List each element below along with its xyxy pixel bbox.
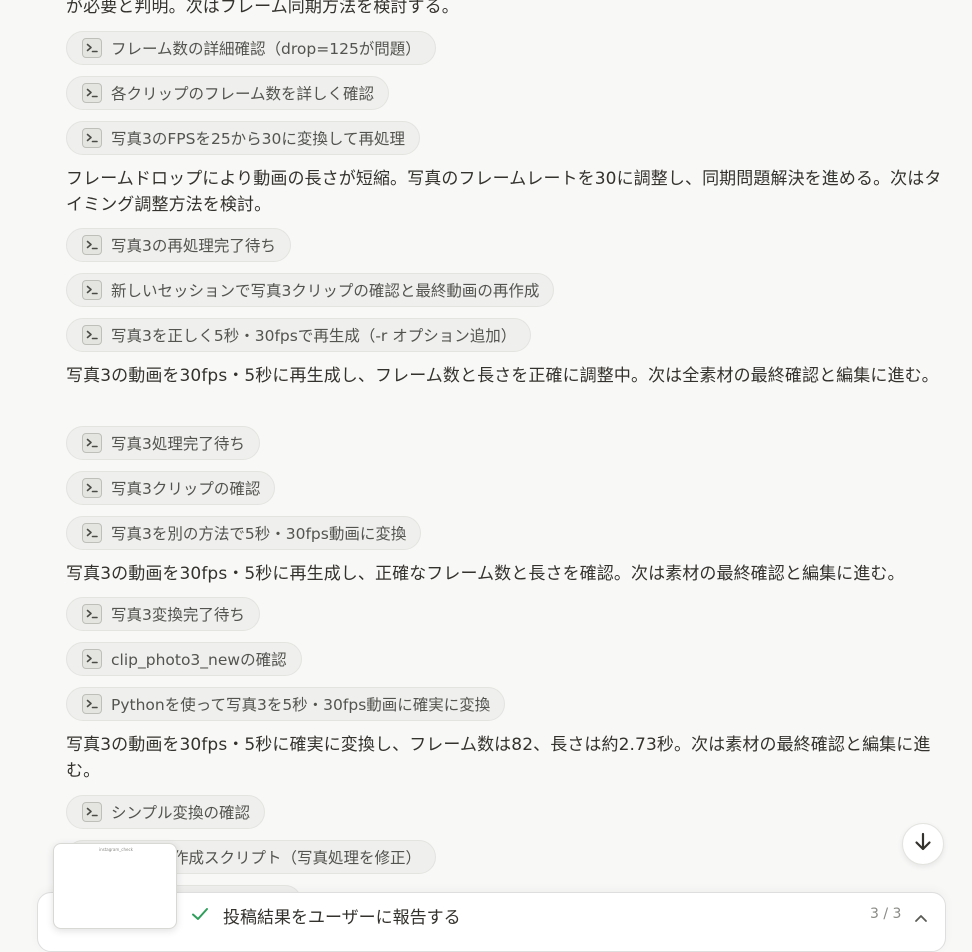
check-icon xyxy=(191,906,209,926)
terminal-icon xyxy=(82,523,102,543)
command-step-chip[interactable]: 写真3を別の方法で5秒・30fps動画に変換 xyxy=(66,516,422,550)
command-step-label: 写真3変換完了待ち xyxy=(111,606,245,624)
command-step-chip[interactable]: Pythonを使って写真3を5秒・30fps動画に確実に変換 xyxy=(66,687,506,721)
terminal-icon xyxy=(82,604,102,624)
command-step-chip[interactable]: シンプル変換の確認 xyxy=(66,795,266,829)
terminal-icon xyxy=(82,325,102,345)
command-step-chip[interactable]: 写真3処理完了待ち xyxy=(66,426,260,460)
command-step-chip[interactable]: フレーム数の詳細確認（drop=125が問題） xyxy=(66,31,436,65)
progress-note: 写真3の動画を30fps・5秒に確実に変換し、フレーム数は82、長さは約2.73… xyxy=(66,735,931,781)
command-step-label: 写真3クリップの確認 xyxy=(111,480,261,498)
progress-note: フレームドロップにより動画の長さが短縮。写真のフレームレートを30に調整し、同期… xyxy=(66,169,942,215)
command-step-label: シンプル変換の確認 xyxy=(111,804,251,822)
command-step-chip[interactable]: 写真3の再処理完了待ち xyxy=(66,228,291,262)
screenshot-thumbnail[interactable]: instagram_check xyxy=(53,843,177,929)
terminal-icon xyxy=(82,235,102,255)
chevron-up-icon[interactable] xyxy=(914,908,928,927)
command-step-chip[interactable]: 新しいセッションで写真3クリップの確認と最終動画の再作成 xyxy=(66,273,555,307)
terminal-icon xyxy=(82,802,102,822)
command-step-label: 新しいセッションで写真3クリップの確認と最終動画の再作成 xyxy=(111,282,540,300)
command-step-chip[interactable]: 写真3を正しく5秒・30fpsで再生成（-r オプション追加） xyxy=(66,318,532,352)
command-step-label: フレーム数の詳細確認（drop=125が問題） xyxy=(111,40,421,58)
terminal-icon xyxy=(82,83,102,103)
command-step-label: 写真3のFPSを25から30に変換して再処理 xyxy=(111,130,405,148)
command-step-chip[interactable]: 写真3変換完了待ち xyxy=(66,597,260,631)
arrow-down-icon xyxy=(913,832,933,856)
command-step-label: clip_photo3_newの確認 xyxy=(111,651,287,669)
command-step-chip[interactable]: 写真3のFPSを25から30に変換して再処理 xyxy=(66,121,420,155)
thumbnail-caption: instagram_check xyxy=(99,847,133,852)
terminal-icon xyxy=(82,649,102,669)
command-step-label: Pythonを使って写真3を5秒・30fps動画に確実に変換 xyxy=(111,696,491,714)
progress-note: 写真3の動画を30fps・5秒に再生成し、正確なフレーム数と長さを確認。次は素材… xyxy=(66,564,905,584)
current-task-label: 投稿結果をユーザーに報告する xyxy=(223,908,461,928)
progress-note: 写真3の動画を30fps・5秒に再生成し、フレーム数と長さを正確に調整中。次は全… xyxy=(66,366,939,386)
command-step-label: 写真3を正しく5秒・30fpsで再生成（-r オプション追加） xyxy=(111,327,517,345)
terminal-icon xyxy=(82,280,102,300)
command-step-chip[interactable]: clip_photo3_newの確認 xyxy=(66,642,302,676)
command-step-chip[interactable]: 写真3クリップの確認 xyxy=(66,471,276,505)
command-step-label: 写真3処理完了待ち xyxy=(111,435,245,453)
scroll-to-bottom-button[interactable] xyxy=(902,823,944,865)
command-step-label: 写真3の再処理完了待ち xyxy=(111,237,276,255)
terminal-icon xyxy=(82,433,102,453)
command-step-label: 各クリップのフレーム数を詳しく確認 xyxy=(111,85,375,103)
command-step-label: 写真3を別の方法で5秒・30fps動画に変換 xyxy=(111,525,407,543)
step-counter: 3 / 3 xyxy=(870,906,902,922)
command-step-chip[interactable]: 各クリップのフレーム数を詳しく確認 xyxy=(66,76,390,110)
terminal-icon xyxy=(82,128,102,148)
terminal-icon xyxy=(82,478,102,498)
terminal-icon xyxy=(82,38,102,58)
terminal-icon xyxy=(82,694,102,714)
progress-note: が必要と判明。次はフレーム同期方法を検討する。 xyxy=(66,0,459,17)
